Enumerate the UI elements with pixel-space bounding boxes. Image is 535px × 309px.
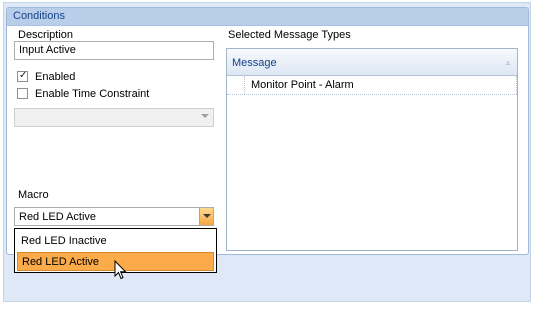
macro-value: Red LED Active: [19, 211, 97, 223]
row-divider: [515, 76, 517, 94]
macro-dropdown-button[interactable]: [199, 208, 213, 225]
enabled-checkbox[interactable]: ✓: [17, 70, 28, 82]
groupbox-header: Conditions: [7, 8, 528, 26]
groupbox-title: Conditions: [13, 10, 65, 22]
message-column-header[interactable]: Message ▵: [227, 49, 517, 76]
chevron-down-icon: [203, 214, 211, 218]
macro-option-label: Red LED Inactive: [21, 235, 107, 247]
message-column-header-text: Message: [232, 57, 277, 69]
macro-combo[interactable]: Red LED Active: [14, 207, 214, 226]
check-mark-icon: ✓: [19, 70, 28, 81]
message-types-grid: Message ▵ Monitor Point - Alarm: [226, 48, 518, 251]
enabled-label: Enabled: [35, 71, 76, 83]
message-types-label: Selected Message Types: [228, 29, 351, 41]
macro-label: Macro: [18, 189, 49, 201]
window: Conditions Description Input Active ✓ En…: [0, 0, 535, 309]
table-row[interactable]: Monitor Point - Alarm: [227, 76, 517, 95]
time-constraint-label: Enable Time Constraint: [35, 88, 150, 100]
row-indicator: [227, 76, 245, 94]
time-constraint-checkbox[interactable]: [17, 88, 28, 99]
description-label: Description: [18, 29, 74, 41]
macro-option[interactable]: Red LED Inactive: [17, 232, 214, 251]
macro-option-label: Red LED Active: [22, 256, 100, 268]
sort-indicator-icon: ▵: [505, 58, 510, 67]
description-field[interactable]: Input Active: [14, 41, 214, 60]
chevron-down-icon: [201, 114, 209, 118]
time-constraint-combo[interactable]: [14, 108, 214, 127]
mouse-pointer-icon: [114, 259, 128, 285]
description-value: Input Active: [19, 44, 76, 56]
message-cell: Monitor Point - Alarm: [251, 79, 354, 91]
